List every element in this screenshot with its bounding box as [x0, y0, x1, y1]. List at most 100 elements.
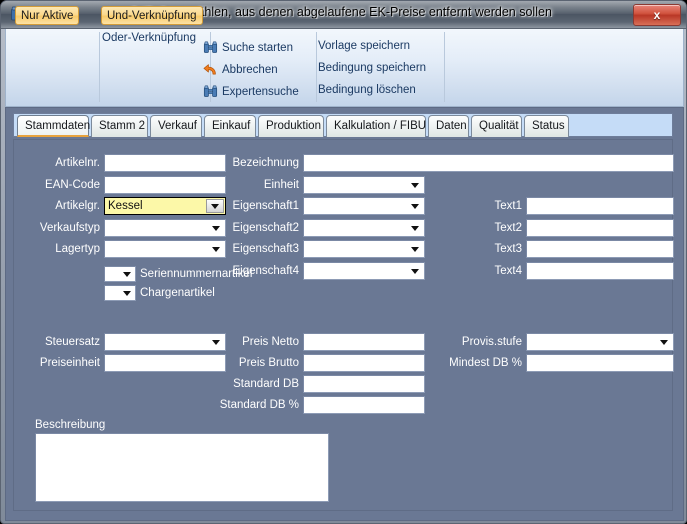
close-button[interactable]: x [633, 4, 681, 26]
toggle-und-verknuepfung[interactable]: Und-Verknüpfung [101, 6, 203, 25]
tab-label: Verkauf [158, 120, 197, 132]
dialog-window: Artikel auswählen, aus denen abgelaufene… [0, 0, 687, 524]
label-eigenschaft2: Eigenschaft2 [232, 222, 300, 234]
tab-status[interactable]: Status [524, 115, 569, 137]
combo-value [108, 286, 117, 300]
combo-value [108, 267, 117, 281]
link-vorlage-speichern[interactable]: Vorlage speichern [318, 40, 410, 52]
combo-value [307, 177, 406, 193]
combo-provis-stufe[interactable] [526, 333, 674, 351]
label-eigenschaft3: Eigenschaft3 [232, 243, 300, 255]
label-eigenschaft4: Eigenschaft4 [232, 265, 300, 277]
action-suche-starten[interactable]: Suche starten [203, 37, 293, 58]
label-preiseinheit: Preiseinheit [39, 357, 100, 369]
label-text3: Text3 [494, 243, 523, 255]
label-standard-db: Standard DB [233, 378, 299, 390]
label-text1: Text1 [494, 200, 523, 212]
toggle-nur-aktive[interactable]: Nur Aktive [15, 6, 80, 25]
input-bezeichnung[interactable] [303, 154, 674, 172]
label-eigenschaft1: Eigenschaft1 [232, 200, 300, 212]
binoculars-icon [203, 41, 218, 53]
tab-label: Stamm 2 [99, 120, 146, 132]
input-standard-db[interactable] [303, 375, 425, 393]
chevron-down-icon [411, 269, 419, 274]
toggle-oder-verknuepfung[interactable]: Oder-Verknüpfung [102, 32, 196, 44]
client-area: Stammdaten Stamm 2 Verkauf Einkauf Produktio… [5, 107, 684, 521]
tab-daten[interactable]: Daten [428, 115, 469, 137]
textarea-beschreibung[interactable] [35, 433, 329, 502]
tab-verkauf[interactable]: Verkauf [150, 115, 202, 137]
form-panel: Artikelnr. EAN-Code Artikelgr. Kessel Verkau… [13, 139, 674, 511]
panel-bottom-strip [13, 513, 673, 519]
combo-value [307, 198, 406, 214]
chevron-down-icon [123, 272, 131, 277]
tab-label: Kalkulation / FIBU [334, 120, 427, 132]
input-standard-db[interactable] [303, 396, 425, 414]
link-bedingung-speichern[interactable]: Bedingung speichern [318, 62, 426, 74]
label-artikelnr: Artikelnr. [55, 157, 100, 169]
label-lagertyp: Lagertyp [55, 243, 100, 255]
input-text1[interactable] [526, 197, 674, 215]
tab-produktion[interactable]: Produktion [258, 115, 324, 137]
tab-label: Daten [436, 120, 467, 132]
tab-label: Qualität [479, 120, 519, 132]
label-preis-brutto: Preis Brutto [238, 357, 299, 369]
input-text2[interactable] [526, 219, 674, 237]
label-artikelgr: Artikelgr. [55, 200, 100, 212]
action-label: Abbrechen [222, 63, 278, 76]
tab-qualit-t[interactable]: Qualität [471, 115, 522, 137]
chevron-down-icon [411, 226, 419, 231]
chevron-down-icon [411, 204, 419, 209]
action-label: Suche starten [222, 41, 293, 54]
label-einheit: Einheit [263, 179, 299, 191]
undo-arrow-icon [203, 63, 216, 74]
label-chargenartikel: Chargenartikel [140, 287, 215, 299]
label-steuersatz: Steuersatz [45, 336, 100, 348]
action-label: Expertensuche [222, 85, 299, 98]
input-preis-netto[interactable] [303, 333, 425, 351]
tab-kalkulation-fibu[interactable]: Kalkulation / FIBU [326, 115, 426, 137]
label-verkaufstyp: Verkaufstyp [39, 222, 100, 234]
link-bedingung-loeschen[interactable]: Bedingung löschen [318, 84, 416, 96]
action-abbrechen[interactable]: Abbrechen [203, 59, 278, 80]
binoculars-icon [203, 85, 218, 97]
label-text2: Text2 [494, 222, 523, 234]
label-preis-netto: Preis Netto [242, 336, 299, 348]
combo-eigenschaft4[interactable] [303, 262, 425, 280]
action-expertensuche[interactable]: Expertensuche [203, 81, 299, 102]
label-ean-code: EAN-Code [45, 179, 100, 191]
input-mindest-db[interactable] [526, 354, 674, 372]
chevron-down-icon [411, 247, 419, 252]
combo-eigenschaft1[interactable] [303, 197, 425, 215]
combo-einheit[interactable] [303, 176, 425, 194]
tab-strip: Stammdaten Stamm 2 Verkauf Einkauf Produktio… [13, 113, 673, 137]
tab-stamm-2[interactable]: Stamm 2 [91, 115, 148, 137]
ribbon-group-active [18, 32, 100, 102]
tab-einkauf[interactable]: Einkauf [204, 115, 256, 137]
label-bezeichnung: Bezeichnung [232, 157, 300, 169]
combo-eigenschaft2[interactable] [303, 219, 425, 237]
combo-value [307, 220, 406, 236]
chevron-down-icon [411, 183, 419, 188]
tab-stammdaten[interactable]: Stammdaten [17, 115, 91, 137]
combo-seriennummernartikel[interactable] [104, 266, 136, 282]
combo-value [530, 334, 655, 350]
combo-value [307, 241, 406, 257]
input-preis-brutto[interactable] [303, 354, 425, 372]
label-beschreibung: Beschreibung [35, 419, 106, 431]
input-text3[interactable] [526, 240, 674, 258]
tab-label: Status [532, 120, 565, 132]
input-text4[interactable] [526, 262, 674, 280]
chevron-down-icon [660, 340, 668, 345]
label-text4: Text4 [494, 265, 523, 277]
combo-chargenartikel[interactable] [104, 285, 136, 301]
label-standard-db: Standard DB % [219, 399, 299, 411]
client-inner: Stammdaten Stamm 2 Verkauf Einkauf Produktio… [7, 109, 682, 519]
tab-label: Produktion [266, 120, 321, 132]
tab-label: Einkauf [212, 120, 251, 132]
tab-label: Stammdaten [25, 120, 91, 132]
combo-eigenschaft3[interactable] [303, 240, 425, 258]
label-mindest-db: Mindest DB % [449, 357, 522, 369]
chevron-down-icon [123, 291, 131, 296]
label-provis-stufe: Provis.stufe [461, 336, 522, 348]
